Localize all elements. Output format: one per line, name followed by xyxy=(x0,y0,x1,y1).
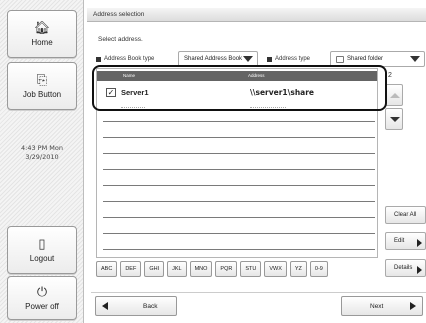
details-label: Details xyxy=(394,265,413,271)
logout-label: Logout xyxy=(29,254,55,263)
alphabet-index: ABC DEF GHI JKL MNO PQR STU VWX YZ 0-9 xyxy=(96,261,328,277)
chevron-down-icon xyxy=(243,56,253,62)
chevron-right-icon xyxy=(417,239,422,247)
page-title: Address selection xyxy=(87,8,426,22)
job-button-icon: ⎘ xyxy=(36,72,48,87)
clear-all-label: Clear All xyxy=(394,212,417,218)
home-icon: 🏠︎ xyxy=(33,20,51,35)
alpha-button[interactable]: MNO xyxy=(189,261,213,277)
folder-icon xyxy=(336,56,344,63)
alpha-button[interactable]: DEF xyxy=(120,261,142,277)
alpha-button[interactable]: JKL xyxy=(167,261,187,277)
alpha-button[interactable]: STU xyxy=(240,261,262,277)
power-off-label: Power off xyxy=(25,302,59,311)
chevron-right-icon xyxy=(417,266,422,274)
home-label: Home xyxy=(31,38,53,47)
back-label: Back xyxy=(143,303,158,310)
alpha-button[interactable]: YZ xyxy=(289,261,307,277)
page-number: 2 xyxy=(388,72,392,79)
empty-row-divider xyxy=(103,185,375,186)
alpha-button[interactable]: ABC xyxy=(96,261,118,277)
sidebar: 🏠︎ Home ⎘ Job Button 4:43 PM Mon 3/29/20… xyxy=(0,0,84,323)
main-panel: Address selection Select address. Addres… xyxy=(87,0,426,323)
power-icon: ⏻ xyxy=(36,284,48,299)
alpha-button[interactable]: 0-9 xyxy=(309,261,328,277)
alpha-button[interactable]: GHI xyxy=(144,261,165,277)
instruction-text: Select address. xyxy=(98,36,143,43)
edit-label: Edit xyxy=(394,238,405,244)
empty-row-divider xyxy=(103,249,375,250)
clock-date: 3/29/2010 xyxy=(25,153,59,161)
logout-icon: ▯ xyxy=(38,236,46,251)
alpha-button[interactable]: PQR xyxy=(215,261,238,277)
address-book-type-text: Address Book type xyxy=(104,56,155,62)
clear-all-button[interactable]: Clear All xyxy=(385,206,426,224)
address-type-value: Shared folder xyxy=(347,56,384,62)
alpha-button[interactable]: VWX xyxy=(264,261,287,277)
address-book-type-label: Address Book type xyxy=(96,56,154,62)
power-off-button[interactable]: ⏻ Power off xyxy=(7,276,77,320)
selection-highlight-frame xyxy=(92,65,387,111)
empty-row-divider xyxy=(103,201,375,202)
empty-row-divider xyxy=(103,121,375,122)
home-button[interactable]: 🏠︎ Home xyxy=(7,10,77,58)
back-button[interactable]: Back xyxy=(95,296,177,316)
bullet-icon xyxy=(96,56,101,62)
bottom-nav: Back Next xyxy=(91,292,426,316)
edit-button[interactable]: Edit xyxy=(385,232,426,250)
empty-row-divider xyxy=(103,233,375,234)
logout-button[interactable]: ▯ Logout xyxy=(7,226,77,274)
bullet-icon xyxy=(267,56,272,62)
next-label: Next xyxy=(370,303,384,310)
address-selection-screen: 🏠︎ Home ⎘ Job Button 4:43 PM Mon 3/29/20… xyxy=(0,0,426,323)
chevron-down-icon xyxy=(410,56,420,62)
job-button[interactable]: ⎘ Job Button xyxy=(7,62,77,110)
scroll-up-button[interactable] xyxy=(385,84,403,106)
clock-time: 4:43 PM Mon xyxy=(21,144,63,152)
arrow-right-icon xyxy=(410,302,416,310)
arrow-left-icon xyxy=(102,302,108,310)
clock: 4:43 PM Mon 3/29/2010 xyxy=(0,144,84,162)
empty-row-divider xyxy=(103,169,375,170)
scroll-down-button[interactable] xyxy=(385,108,403,130)
job-button-label: Job Button xyxy=(22,90,62,99)
empty-row-divider xyxy=(103,153,375,154)
address-type-text: Address type xyxy=(275,56,311,62)
next-button[interactable]: Next xyxy=(341,296,423,316)
details-button[interactable]: Details xyxy=(385,259,426,277)
address-type-label: Address type xyxy=(267,56,310,62)
address-book-type-value: Shared Address Book xyxy=(184,56,243,62)
empty-row-divider xyxy=(103,217,375,218)
arrow-down-icon xyxy=(390,117,400,122)
arrow-up-icon xyxy=(390,93,400,98)
empty-row-divider xyxy=(103,137,375,138)
